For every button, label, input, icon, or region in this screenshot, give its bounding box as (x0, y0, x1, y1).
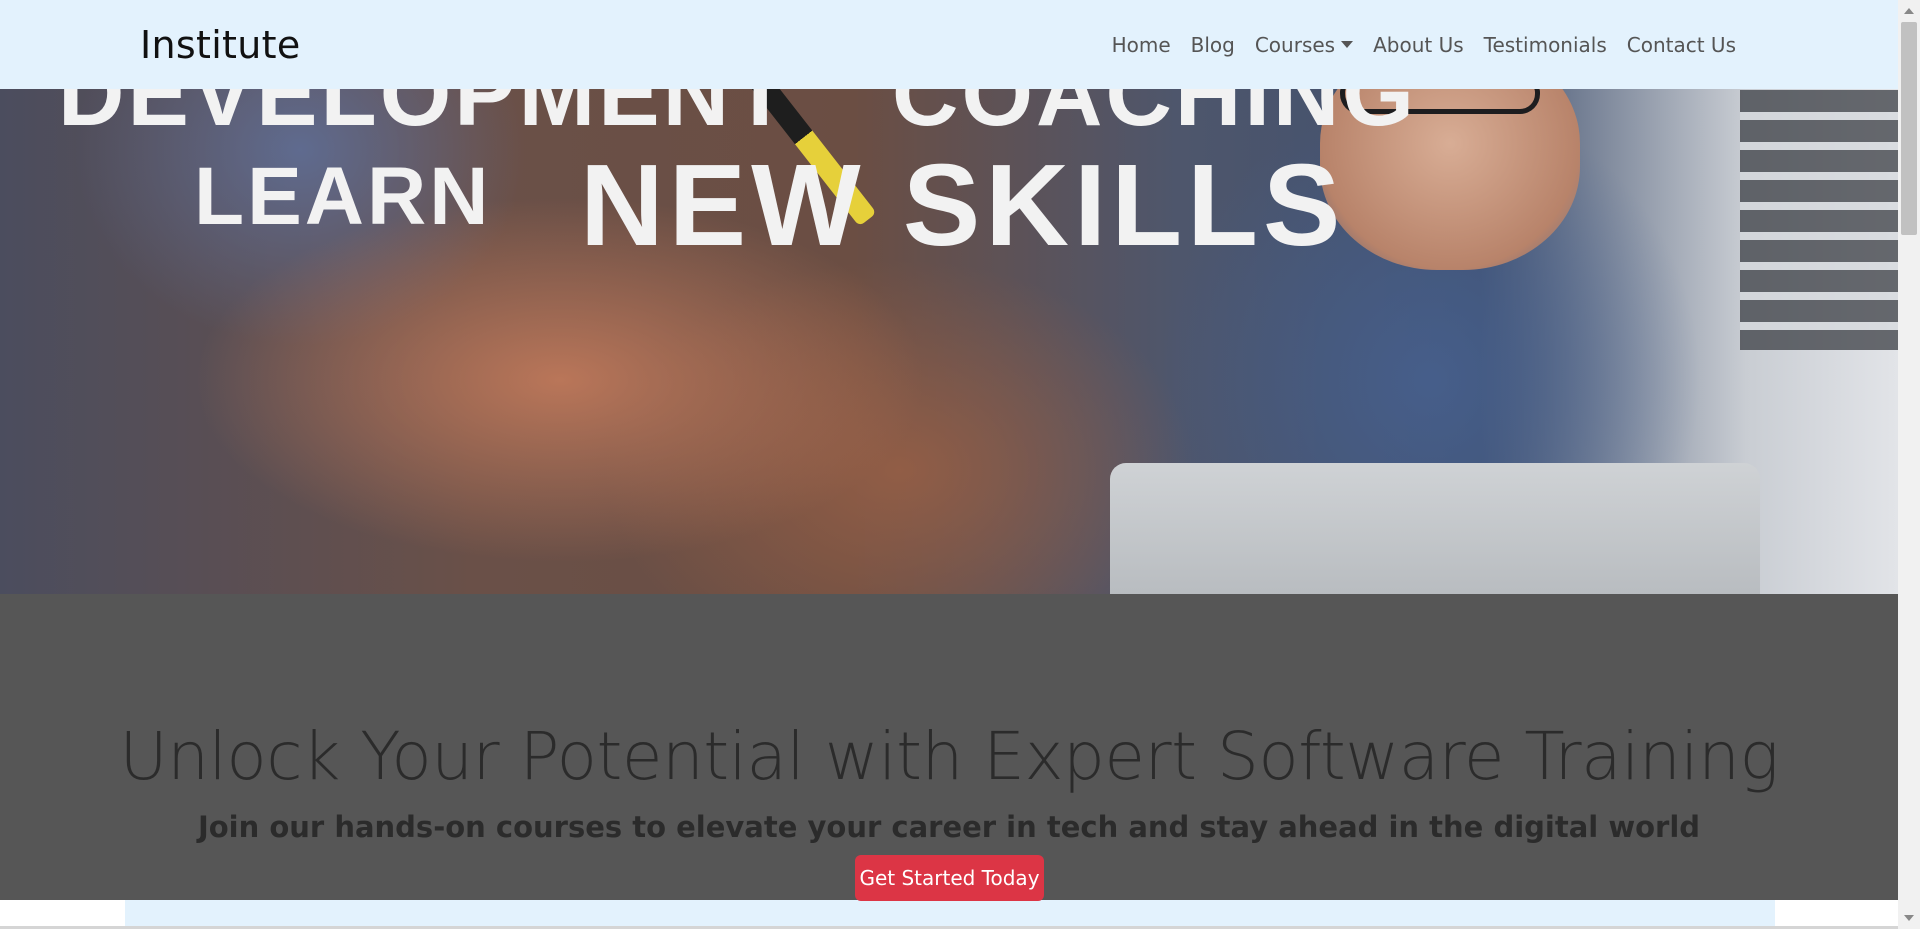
hero-keyboard-shape (1740, 90, 1898, 350)
scrollbar-thumb[interactable] (1901, 22, 1917, 235)
promo-title: Unlock Your Potential with Expert Softwa… (119, 718, 1779, 795)
scroll-up-icon[interactable] (1904, 8, 1914, 14)
next-section-container (125, 900, 1775, 929)
scroll-down-icon[interactable] (1904, 915, 1914, 921)
nav-about-us[interactable]: About Us (1363, 33, 1474, 57)
promo-subtitle: Join our hands-on courses to elevate you… (197, 810, 1701, 844)
nav-testimonials[interactable]: Testimonials (1474, 33, 1617, 57)
nav-blog[interactable]: Blog (1181, 33, 1245, 57)
brand-logo[interactable]: Institute (140, 23, 301, 67)
hero-banner: DEVELOPMENT COACHING LEARN NEW SKILLS (0, 0, 1898, 594)
nav-menu: Home Blog Courses About Us Testimonials … (1102, 33, 1746, 57)
get-started-button[interactable]: Get Started Today (855, 855, 1044, 901)
page-scrollbar[interactable] (1898, 0, 1920, 929)
hero-laptop-shape (1110, 463, 1760, 594)
hero-text-learn: LEARN (194, 151, 492, 242)
hero-text-new-skills: NEW SKILLS (580, 140, 1346, 270)
nav-home[interactable]: Home (1102, 33, 1181, 57)
nav-courses[interactable]: Courses (1245, 33, 1363, 57)
promo-section: Unlock Your Potential with Expert Softwa… (0, 594, 1898, 901)
nav-contact-us[interactable]: Contact Us (1617, 33, 1746, 57)
nav-courses-label: Courses (1254, 32, 1336, 57)
caret-down-icon (1341, 41, 1354, 48)
navbar: Institute Home Blog Courses About Us Tes… (0, 0, 1898, 89)
